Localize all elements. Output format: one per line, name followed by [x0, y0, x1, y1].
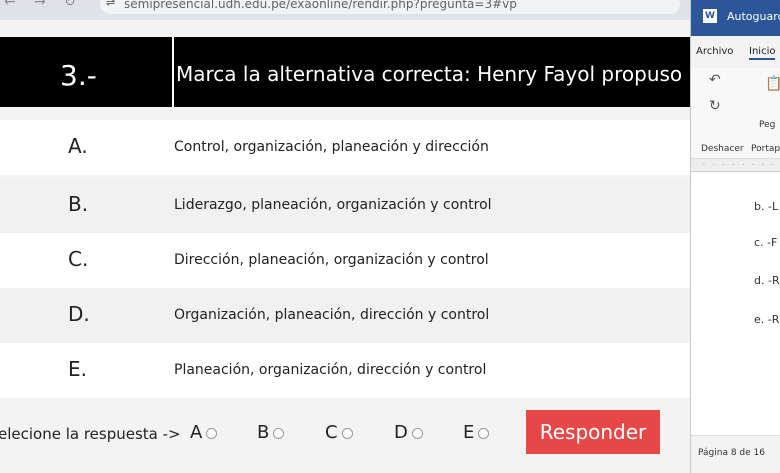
- choice-b[interactable]: B: [257, 422, 285, 443]
- radio-b[interactable]: [273, 427, 285, 439]
- doc-line: e. -R: [754, 313, 780, 326]
- option-text: Dirección, planeación, organización y co…: [174, 252, 489, 268]
- option-text: Planeación, organización, dirección y co…: [174, 362, 487, 378]
- question-number: 3.-: [60, 59, 97, 92]
- option-letter: C.: [68, 247, 89, 271]
- arrow-right-icon[interactable]: →: [34, 0, 46, 10]
- reload-icon[interactable]: ↻: [64, 0, 76, 10]
- clipboard-group-label: Portap: [751, 144, 780, 154]
- undo-group-label: Deshacer: [701, 144, 744, 154]
- choice-letter: C: [325, 422, 338, 443]
- choice-e[interactable]: E: [463, 422, 490, 443]
- tab-inicio[interactable]: Inicio: [749, 46, 776, 60]
- ruler-marks: · · · · · · · · · ·: [703, 162, 780, 169]
- word-window: W Autoguard Archivo Inicio ↶ ↻ 📋 Peg Des…: [690, 0, 780, 473]
- radio-d[interactable]: [411, 427, 423, 439]
- word-title: Autoguard: [727, 10, 780, 23]
- answer-prompt: elecione la respuesta ->: [0, 425, 181, 443]
- doc-line: b. -L: [754, 200, 779, 213]
- word-titlebar: W Autoguard: [691, 0, 780, 36]
- answer-bar: elecione la respuesta -> A B C D E Respo…: [0, 410, 690, 455]
- radio-c[interactable]: [341, 427, 353, 439]
- redo-icon[interactable]: ↻: [709, 98, 721, 114]
- option-letter: A.: [68, 134, 88, 158]
- choice-letter: D: [394, 422, 408, 443]
- option-letter: D.: [68, 302, 90, 326]
- word-logo-icon: W: [703, 9, 717, 23]
- radio-a[interactable]: [206, 427, 218, 439]
- radio-e[interactable]: [478, 427, 490, 439]
- site-info-icon[interactable]: ⇌: [106, 0, 115, 9]
- doc-line: d. -R: [754, 274, 780, 287]
- choice-d[interactable]: D: [394, 422, 423, 443]
- option-text: Liderazgo, planeación, organización y co…: [174, 197, 492, 213]
- option-letter: E.: [68, 357, 87, 381]
- ruler: · · · · · · · · · ·: [691, 159, 780, 172]
- choice-letter: E: [463, 422, 475, 443]
- option-row: E. Planeación, organización, dirección y…: [0, 343, 690, 398]
- option-row: B. Liderazgo, planeación, organización y…: [0, 178, 690, 233]
- paste-icon[interactable]: 📋: [765, 76, 780, 92]
- url-text: semipresencial.udh.edu.pe/exaonline/rend…: [124, 0, 517, 11]
- option-row: A. Control, organización, planeación y d…: [0, 120, 690, 175]
- status-bar: Página 8 de 16: [691, 435, 780, 473]
- option-text: Organización, planeación, dirección y co…: [174, 307, 490, 323]
- question-text: Marca la alternativa correcta: Henry Fay…: [176, 62, 690, 86]
- option-letter: B.: [68, 192, 89, 216]
- option-row: C. Dirección, planeación, organización y…: [0, 233, 690, 288]
- document-page[interactable]: b. -L c. -F d. -R e. -R: [699, 172, 780, 428]
- undo-icon[interactable]: ↶: [709, 72, 721, 88]
- header-divider: [172, 37, 174, 107]
- doc-line: c. -F: [754, 236, 778, 249]
- tab-archivo[interactable]: Archivo: [696, 46, 733, 57]
- paste-label: Peg: [759, 120, 776, 130]
- arrow-left-icon[interactable]: ←: [4, 0, 16, 10]
- choice-a[interactable]: A: [190, 422, 218, 443]
- question-header: 3.- Marca la alternativa correcta: Henry…: [0, 37, 690, 107]
- option-text: Control, organización, planeación y dire…: [174, 139, 489, 155]
- quiz-panel: 3.- Marca la alternativa correcta: Henry…: [0, 20, 690, 473]
- option-row: D. Organización, planeación, dirección y…: [0, 288, 690, 343]
- choice-letter: A: [190, 422, 203, 443]
- choice-letter: B: [257, 422, 270, 443]
- address-bar[interactable]: ⇌ semipresencial.udh.edu.pe/exaonline/re…: [100, 0, 680, 14]
- submit-button[interactable]: Responder: [526, 410, 660, 454]
- page-count[interactable]: Página 8 de 16: [698, 448, 765, 458]
- ribbon: ↶ ↻ 📋 Peg Deshacer Portap: [691, 68, 780, 159]
- ribbon-tabs: Archivo Inicio: [691, 36, 780, 68]
- browser-toolbar: ← → ↻ ⇌ semipresencial.udh.edu.pe/exaonl…: [0, 0, 780, 20]
- choice-c[interactable]: C: [325, 422, 353, 443]
